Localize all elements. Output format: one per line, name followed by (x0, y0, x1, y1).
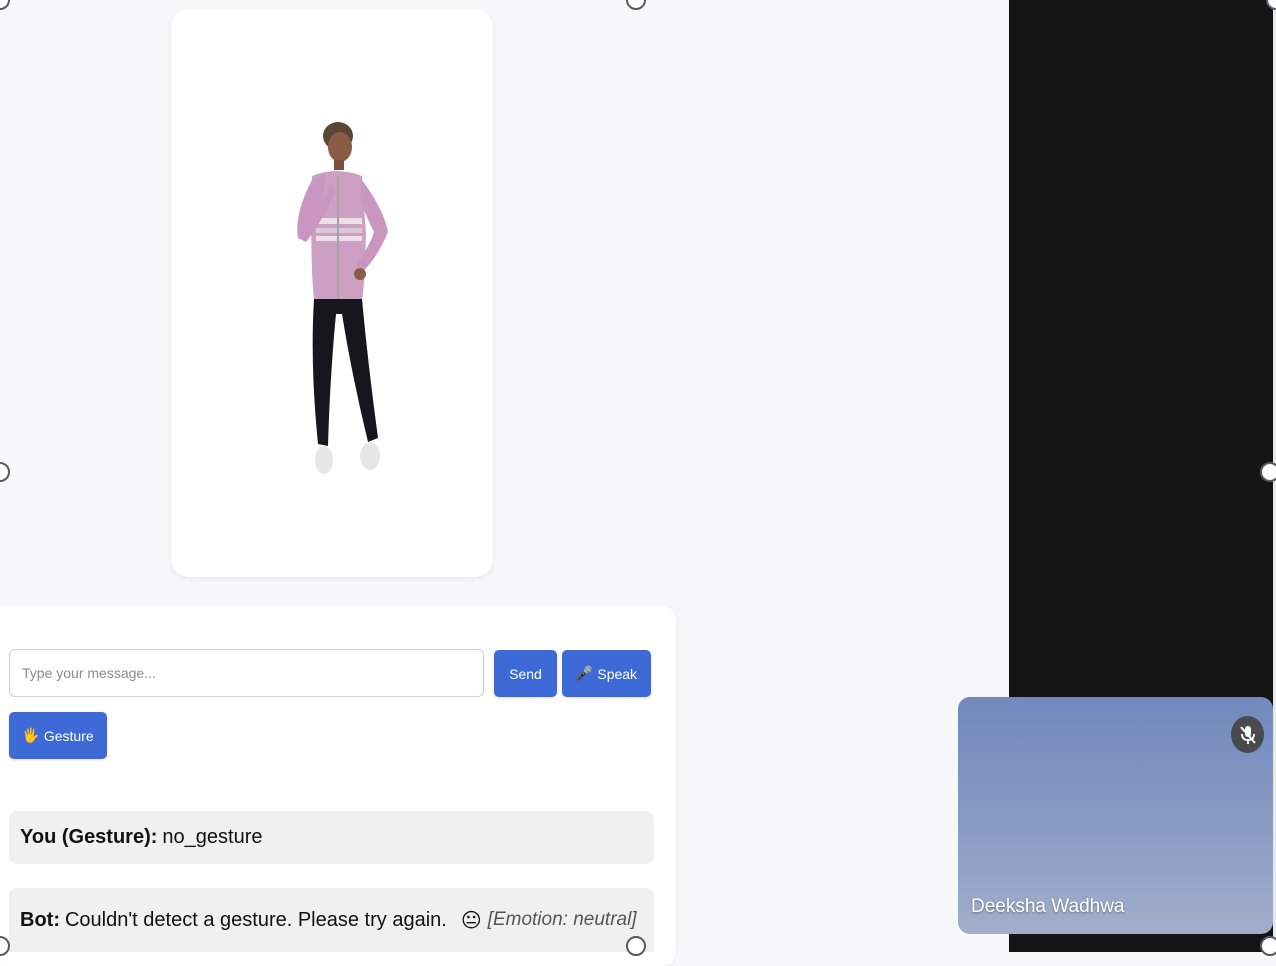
mic-off-icon (1231, 716, 1264, 753)
send-button-label: Send (509, 665, 542, 682)
resize-handle-bottom[interactable] (626, 936, 646, 956)
send-button[interactable]: Send (494, 650, 557, 697)
chat-message-bot: Bot: Couldn't detect a gesture. Please t… (9, 888, 654, 952)
participant-video-tile[interactable]: Deeksha Wadhwa (958, 697, 1273, 934)
message-speaker: You (Gesture): (20, 826, 158, 848)
raised-hand-icon: 🖐️ (22, 727, 40, 743)
neutral-face-icon: 😐 (460, 909, 482, 932)
microphone-icon: 🎤 (575, 665, 594, 681)
emotion-label: [Emotion: neutral] (487, 909, 637, 930)
speak-button-label: Speak (597, 665, 638, 682)
message-speaker: Bot: (20, 908, 60, 931)
avatar-3d-figure (297, 122, 388, 474)
resize-handle-right[interactable] (1260, 462, 1276, 482)
message-text: no_gesture (162, 826, 263, 848)
avatar-viewer (171, 9, 493, 577)
message-text: Couldn't detect a gesture. Please try ag… (64, 908, 447, 931)
resize-handle-left[interactable] (0, 462, 10, 482)
participant-name: Deeksha Wadhwa (971, 896, 1125, 917)
gesture-button[interactable]: 🖐️ Gesture (9, 712, 107, 759)
resize-handle-top[interactable] (626, 0, 646, 10)
speak-button[interactable]: 🎤 Speak (562, 650, 651, 697)
chat-message-user: You (Gesture): no_gesture (9, 811, 654, 864)
resize-handle-top-left[interactable] (0, 0, 10, 10)
gesture-button-label: Gesture (43, 727, 94, 744)
message-input[interactable] (9, 649, 484, 697)
resize-handle-bottom-right[interactable] (1260, 936, 1276, 956)
